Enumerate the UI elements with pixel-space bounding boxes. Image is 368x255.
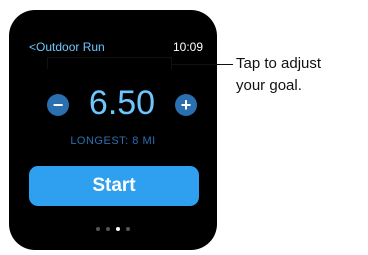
goal-row: − 6.50 + — [47, 84, 197, 126]
callout-leader-line — [171, 64, 233, 65]
callout-bracket-left — [47, 57, 48, 69]
page-dot-active — [116, 227, 120, 231]
start-button[interactable]: Start — [29, 166, 199, 206]
increase-goal-button[interactable]: + — [175, 94, 197, 116]
nav-bar: <Outdoor Run 10:09 — [29, 40, 203, 54]
watch-screen: <Outdoor Run 10:09 − 6.50 + LONGEST: 8 M… — [9, 10, 217, 250]
goal-value[interactable]: 6.50 — [73, 84, 171, 123]
callout-line-1: Tap to adjust — [236, 55, 322, 72]
page-indicator — [9, 227, 217, 231]
decrease-goal-button[interactable]: − — [47, 94, 69, 116]
watch-bezel: <Outdoor Run 10:09 − 6.50 + LONGEST: 8 M… — [9, 10, 217, 250]
longest-distance: LONGEST: 8 MI — [70, 135, 156, 147]
callout-bracket-top — [47, 57, 172, 58]
page-dot — [106, 227, 110, 231]
back-button[interactable]: <Outdoor Run — [29, 40, 105, 54]
callout-bracket-right — [171, 57, 172, 69]
callout-line-2: your goal. — [236, 77, 302, 94]
page-dot — [96, 227, 100, 231]
page-dot — [126, 227, 130, 231]
callout-text: Tap to adjust your goal. — [236, 53, 366, 97]
clock-time: 10:09 — [172, 40, 203, 54]
